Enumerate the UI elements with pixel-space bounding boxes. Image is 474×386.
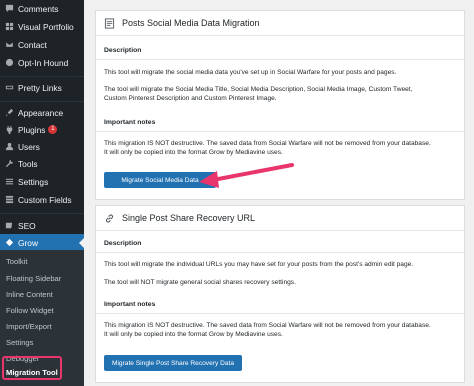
- menu-item-custom-fields[interactable]: Custom Fields: [0, 191, 84, 208]
- envelope-icon: [4, 39, 15, 50]
- submenu-toolkit[interactable]: Toolkit: [6, 257, 28, 266]
- menu-label: Plugins: [18, 124, 46, 135]
- menu-label: Settings: [18, 176, 49, 187]
- description-heading: Description: [104, 47, 142, 54]
- menu-label: Custom Fields: [18, 194, 72, 205]
- notes-heading: Important notes: [104, 301, 156, 308]
- notes-text: It will only be copied into the format G…: [104, 331, 283, 338]
- menu-separator: [0, 101, 84, 102]
- highlight-box: [2, 356, 62, 380]
- description-text: Custom Pinterest Description and Custom …: [104, 95, 277, 102]
- menu-label: Tools: [18, 158, 38, 169]
- submenu-floating-sidebar[interactable]: Floating Sidebar: [6, 274, 61, 283]
- seo-icon: [4, 220, 15, 231]
- menu-item-appearance[interactable]: Appearance: [0, 104, 84, 121]
- description-text: The tool will NOT migrate general social…: [104, 279, 296, 286]
- notes-heading: Important notes: [104, 119, 156, 126]
- migrate-social-media-data-button[interactable]: Migrate Social Media Data: [104, 172, 216, 188]
- migrate-share-recovery-button[interactable]: Migrate Single Post Share Recovery Data: [104, 355, 242, 371]
- admin-sidebar: Comments Visual Portfolio Contact Opt-In…: [0, 0, 84, 386]
- submenu-settings[interactable]: Settings: [6, 338, 33, 347]
- menu-item-optin-hound[interactable]: Opt-In Hound: [0, 54, 84, 71]
- menu-item-users[interactable]: Users: [0, 138, 84, 155]
- link-icon: [104, 213, 115, 224]
- description-text: This tool will migrate the individual UR…: [104, 261, 414, 268]
- menu-item-seo[interactable]: SEO: [0, 217, 84, 234]
- menu-label: Users: [18, 141, 40, 152]
- menu-item-settings[interactable]: Settings: [0, 173, 84, 190]
- users-icon: [4, 141, 15, 152]
- card-header: Posts Social Media Data Migration: [96, 11, 464, 36]
- document-icon: [104, 17, 115, 29]
- description-text: This tool will migrate the social media …: [104, 69, 397, 76]
- menu-label: Visual Portfolio: [18, 21, 74, 32]
- divider: [96, 252, 464, 253]
- card-title: Posts Social Media Data Migration: [122, 18, 260, 28]
- menu-separator: [0, 76, 84, 77]
- menu-label: Grow: [18, 237, 39, 248]
- fields-icon: [4, 194, 15, 205]
- menu-label: Appearance: [18, 107, 64, 118]
- menu-item-contact[interactable]: Contact: [0, 36, 84, 53]
- menu-item-visual-portfolio[interactable]: Visual Portfolio: [0, 18, 84, 35]
- plugin-icon: [4, 124, 15, 135]
- brush-icon: [4, 107, 15, 118]
- link-icon: [4, 82, 15, 93]
- card-header: Single Post Share Recovery URL: [96, 206, 464, 231]
- card-share-recovery-url: Single Post Share Recovery URL Descripti…: [95, 205, 465, 383]
- comments-icon: [4, 3, 15, 14]
- update-count-badge: 1: [48, 125, 58, 134]
- wrench-icon: [4, 158, 15, 169]
- menu-label: Opt-In Hound: [18, 57, 69, 68]
- portfolio-icon: [4, 21, 15, 32]
- divider: [96, 59, 464, 60]
- menu-label: Contact: [18, 39, 47, 50]
- divider: [96, 131, 464, 132]
- submenu-inline-content[interactable]: Inline Content: [6, 290, 53, 299]
- settings-icon: [4, 176, 15, 187]
- menu-label: SEO: [18, 220, 36, 231]
- card-social-media-migration: Posts Social Media Data Migration Descri…: [95, 10, 465, 200]
- divider: [96, 313, 464, 314]
- menu-item-grow[interactable]: Grow: [0, 234, 84, 251]
- menu-item-plugins[interactable]: Plugins 1: [0, 121, 84, 138]
- menu-item-pretty-links[interactable]: Pretty Links: [0, 79, 84, 96]
- grow-icon: [4, 237, 15, 248]
- description-heading: Description: [104, 240, 142, 247]
- notes-text: It will only be copied into the format G…: [104, 149, 283, 156]
- menu-item-tools[interactable]: Tools: [0, 155, 84, 172]
- optin-icon: [4, 57, 15, 68]
- menu-item-comments[interactable]: Comments: [0, 0, 84, 17]
- menu-label: Pretty Links: [18, 82, 62, 93]
- card-title: Single Post Share Recovery URL: [122, 213, 256, 223]
- menu-separator: [0, 213, 84, 214]
- submenu-follow-widget[interactable]: Follow Widget: [6, 306, 54, 315]
- menu-label: Comments: [18, 3, 59, 14]
- submenu-import-export[interactable]: Import/Export: [6, 322, 52, 331]
